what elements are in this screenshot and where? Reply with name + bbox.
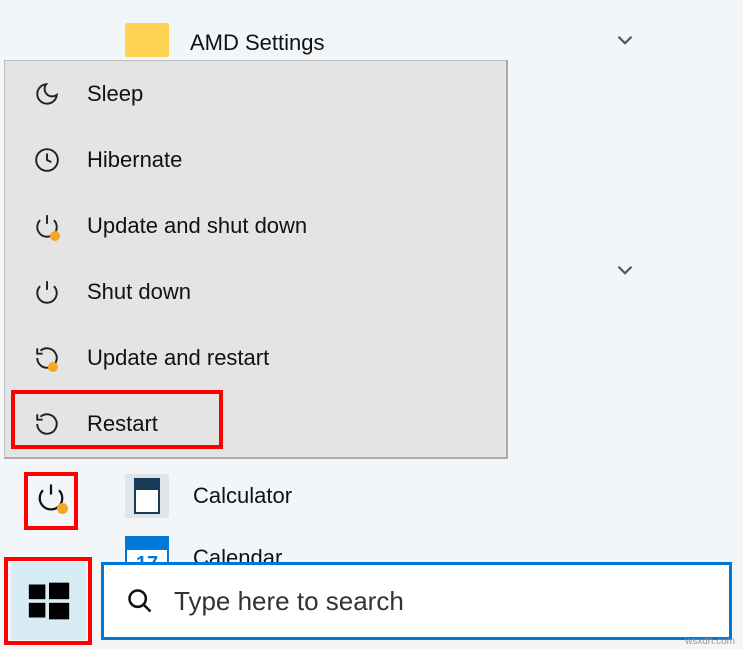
search-placeholder: Type here to search <box>174 586 404 617</box>
menu-item-hibernate[interactable]: Hibernate <box>5 127 506 193</box>
menu-item-update-shutdown[interactable]: Update and shut down <box>5 193 506 259</box>
clock-icon <box>33 146 61 174</box>
folder-icon <box>125 23 169 57</box>
power-update-icon <box>33 212 61 240</box>
menu-item-label: Hibernate <box>87 147 182 173</box>
windows-logo-icon <box>27 579 71 623</box>
menu-item-label: Restart <box>87 411 158 437</box>
chevron-down-icon[interactable] <box>612 27 638 53</box>
power-options-menu: Sleep Hibernate Update and shut down Shu… <box>4 60 508 459</box>
menu-item-shutdown[interactable]: Shut down <box>5 259 506 325</box>
folder-label: AMD Settings <box>190 30 325 56</box>
start-item-calculator[interactable]: Calculator <box>125 474 292 518</box>
menu-item-restart[interactable]: Restart <box>5 391 506 457</box>
search-icon <box>126 587 154 615</box>
taskbar-search[interactable]: Type here to search <box>101 562 732 640</box>
power-button[interactable] <box>36 482 66 512</box>
menu-item-sleep[interactable]: Sleep <box>5 61 506 127</box>
restart-icon <box>33 410 61 438</box>
chevron-down-icon[interactable] <box>612 257 638 283</box>
calculator-icon <box>125 474 169 518</box>
attribution-text: wsxdn.com <box>685 636 735 647</box>
menu-item-label: Update and restart <box>87 345 269 371</box>
menu-item-label: Shut down <box>87 279 191 305</box>
power-icon <box>33 278 61 306</box>
moon-icon <box>33 80 61 108</box>
menu-item-label: Update and shut down <box>87 213 307 239</box>
app-label: Calculator <box>193 483 292 509</box>
menu-item-update-restart[interactable]: Update and restart <box>5 325 506 391</box>
start-button[interactable] <box>11 562 86 640</box>
menu-item-label: Sleep <box>87 81 143 107</box>
restart-update-icon <box>33 344 61 372</box>
